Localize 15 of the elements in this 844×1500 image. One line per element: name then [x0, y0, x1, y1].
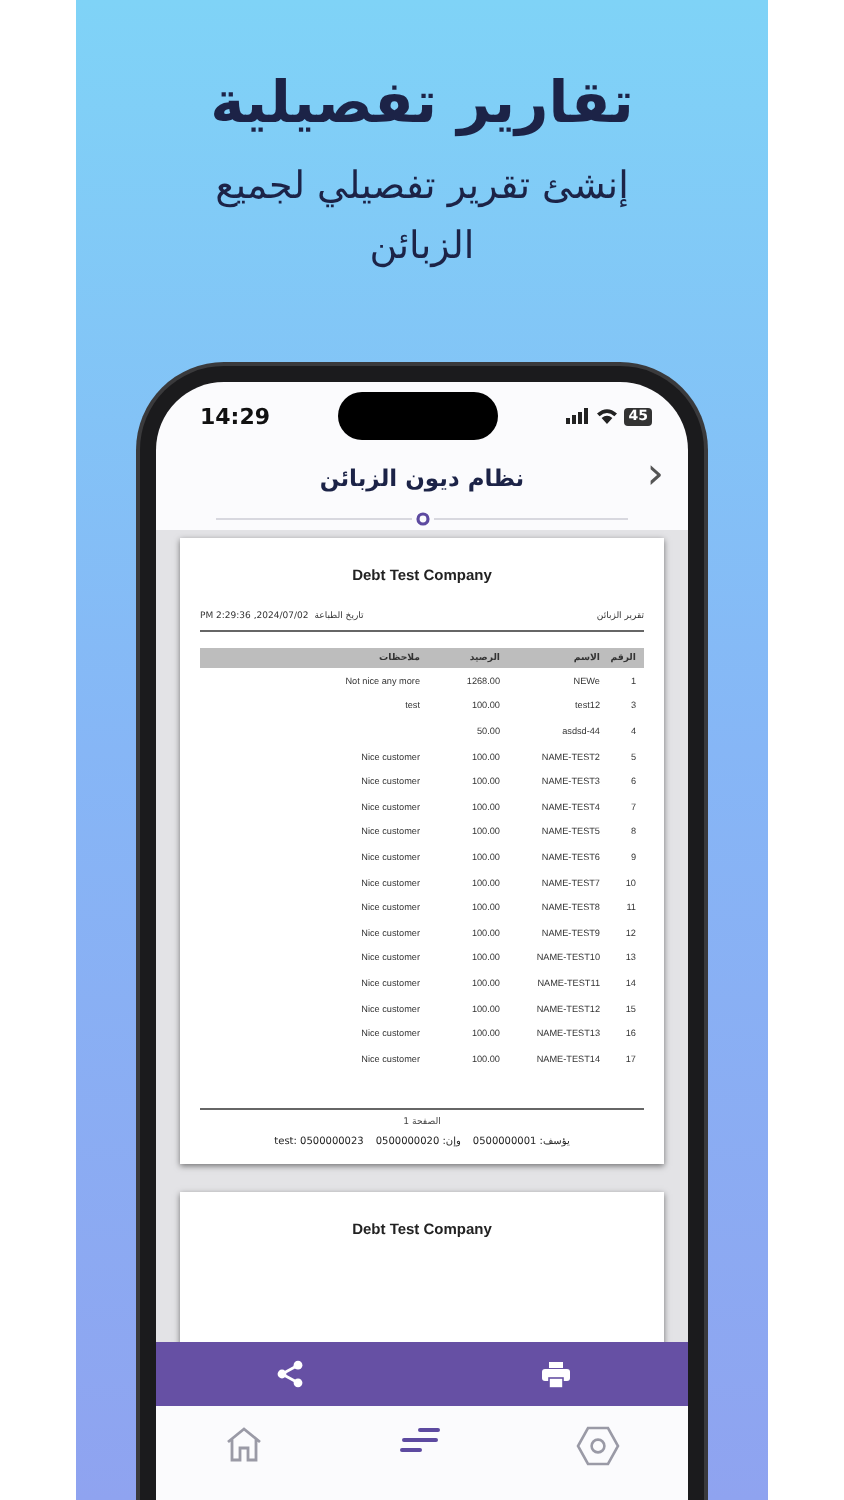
lines-icon	[400, 1426, 440, 1454]
wifi-icon	[596, 408, 619, 424]
reports-tab[interactable]	[396, 1422, 444, 1458]
page-indicator-icon	[415, 512, 429, 526]
screen-title: نظام ديون الزبائن	[319, 464, 525, 492]
settings-tab[interactable]	[572, 1422, 624, 1470]
headline: تقارير تفصيلية	[210, 68, 634, 136]
settings-icon	[576, 1426, 620, 1466]
printer-icon	[541, 1361, 569, 1387]
back-button[interactable]: ›	[646, 450, 664, 502]
share-icon	[275, 1360, 303, 1388]
subtitle: إنشئ تقرير تفصيلي لجميع الزبائن	[213, 162, 631, 272]
home-icon	[224, 1426, 264, 1462]
status-time: 14:29	[200, 403, 271, 429]
signal-icon	[566, 408, 591, 424]
